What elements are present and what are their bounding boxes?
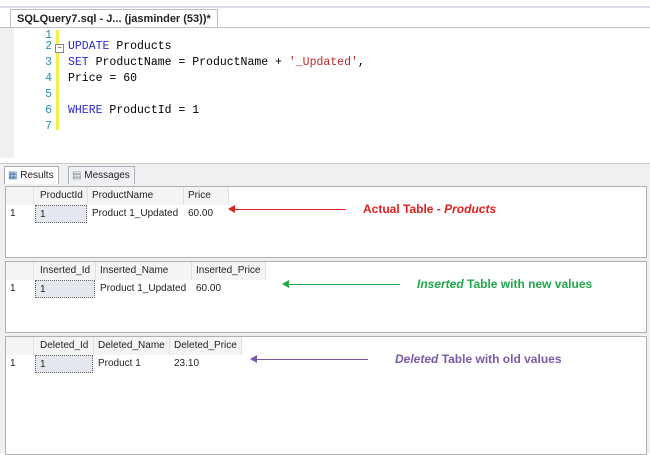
row-number: 1 bbox=[10, 283, 16, 294]
cell[interactable]: 1 bbox=[35, 205, 87, 223]
cell[interactable]: Product 1_Updated bbox=[96, 280, 192, 298]
results-grid-products[interactable]: ProductId ProductName Price 1 1 Product … bbox=[5, 186, 647, 258]
arrow-icon bbox=[282, 280, 400, 288]
row-number: 1 bbox=[10, 208, 16, 219]
code-line: 6 WHERE ProductId = 1 bbox=[45, 104, 200, 117]
code-line: 2 UPDATE Products bbox=[45, 40, 172, 53]
results-pane: ▦ Results ▤ Messages ProductId ProductNa… bbox=[0, 163, 650, 455]
column-header[interactable]: ProductId bbox=[34, 187, 88, 205]
annotation-actual: Actual Table - Products bbox=[363, 202, 497, 216]
cell[interactable]: 23.10 bbox=[170, 355, 242, 373]
tab-messages[interactable]: ▤ Messages bbox=[68, 166, 135, 184]
column-header[interactable]: Deleted_Price bbox=[170, 337, 242, 355]
cell[interactable]: 1 bbox=[35, 355, 93, 373]
column-header[interactable]: Deleted_Id bbox=[34, 337, 94, 355]
cell[interactable]: Product 1 bbox=[94, 355, 170, 373]
annotation-inserted: Inserted Table with new values bbox=[417, 277, 593, 291]
code-line: 4 Price = 60 bbox=[45, 72, 138, 85]
arrow-icon bbox=[250, 355, 368, 363]
grid-icon: ▦ bbox=[8, 170, 21, 181]
window-top-edge bbox=[0, 6, 650, 8]
cell[interactable]: Product 1_Updated bbox=[88, 205, 184, 223]
arrow-icon bbox=[228, 205, 346, 213]
column-header[interactable]: Price bbox=[184, 187, 229, 205]
query-document-tab[interactable]: SQLQuery7.sql - J... (jasminder (53))* bbox=[10, 9, 218, 28]
column-header[interactable]: ProductName bbox=[88, 187, 184, 205]
tab-results[interactable]: ▦ Results bbox=[4, 166, 59, 184]
annotation-deleted: Deleted Table with old values bbox=[395, 352, 562, 366]
messages-icon: ▤ bbox=[72, 170, 85, 181]
results-grid-inserted[interactable]: Inserted_Id Inserted_Name Inserted_Price… bbox=[5, 261, 647, 333]
cell[interactable]: 60.00 bbox=[192, 280, 266, 298]
cell[interactable]: 1 bbox=[35, 280, 95, 298]
editor-gutter bbox=[0, 28, 14, 158]
cell[interactable]: 60.00 bbox=[184, 205, 229, 223]
column-header[interactable]: Inserted_Price bbox=[192, 262, 266, 280]
code-line: 3 SET ProductName = ProductName + '_Updat… bbox=[45, 56, 365, 69]
sql-editor[interactable]: − 1 2 UPDATE Products 3 SET ProductName = … bbox=[0, 27, 650, 158]
column-header[interactable]: Deleted_Name bbox=[94, 337, 170, 355]
column-header[interactable]: Inserted_Name bbox=[96, 262, 192, 280]
code-line: 7 bbox=[45, 120, 52, 133]
code-line: 5 bbox=[45, 88, 52, 101]
row-number: 1 bbox=[10, 358, 16, 369]
column-header[interactable]: Inserted_Id bbox=[34, 262, 96, 280]
